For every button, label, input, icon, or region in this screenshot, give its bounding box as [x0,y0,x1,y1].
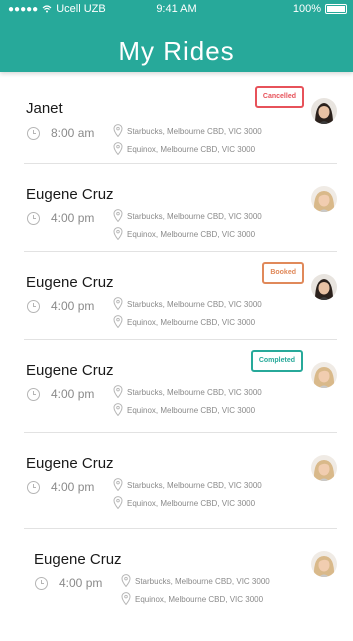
rider-name: Eugene Cruz [26,455,114,472]
rider-name: Eugene Cruz [26,186,114,203]
pickup-pin-icon [113,385,123,399]
rider-name: Janet [26,100,63,117]
ride-card[interactable]: Booked Eugene Cruz 4:00 pm Starbucks, Me… [0,262,353,346]
pickup-pin-icon [113,209,123,223]
ride-time: 8:00 am [51,126,95,140]
dropoff-address: Equinox, Melbourne CBD, VIC 3000 [127,230,256,239]
dropoff-address: Equinox, Melbourne CBD, VIC 3000 [127,499,256,508]
avatar[interactable] [311,274,337,300]
pickup-pin-icon [113,297,123,311]
row-divider [24,432,337,433]
avatar[interactable] [311,186,337,212]
clock-icon [27,388,40,401]
dropoff-pin-icon [113,227,123,241]
page-title: My Rides [118,36,235,66]
pickup-address: Starbucks, Melbourne CBD, VIC 3000 [127,212,262,221]
status-bar: ●●●●● Ucell UZB 9:41 AM 100% [0,0,353,18]
ride-card[interactable]: Eugene Cruz 4:00 pm Starbucks, Melbourne… [0,443,353,527]
rider-name: Eugene Cruz [26,274,114,291]
battery-percent: 100% [292,3,321,15]
pickup-address: Starbucks, Melbourne CBD, VIC 3000 [135,577,270,586]
pickup-pin-icon [113,478,123,492]
row-divider [24,528,337,529]
pickup-pin-icon [113,124,123,138]
dropoff-pin-icon [113,142,123,156]
pickup-address: Starbucks, Melbourne CBD, VIC 3000 [127,481,262,490]
ride-time: 4:00 pm [51,211,95,225]
status-badge: Booked [262,262,304,284]
avatar[interactable] [311,551,337,577]
status-badge: Cancelled [254,86,304,108]
pickup-address: Starbucks, Melbourne CBD, VIC 3000 [127,388,262,397]
row-divider [24,251,337,252]
battery-icon [325,4,347,14]
clock-icon [27,127,40,140]
dropoff-pin-icon [113,403,123,417]
ride-card[interactable]: Eugene Cruz 4:00 pm Starbucks, Melbourne… [0,174,353,258]
pickup-address: Starbucks, Melbourne CBD, VIC 3000 [127,127,262,136]
dropoff-address: Equinox, Melbourne CBD, VIC 3000 [127,145,256,154]
clock-icon [27,481,40,494]
row-divider [24,163,337,164]
clock-icon [27,300,40,313]
dropoff-address: Equinox, Melbourne CBD, VIC 3000 [127,318,256,327]
ride-time: 4:00 pm [51,480,95,494]
avatar[interactable] [311,455,337,481]
ride-time: 4:00 pm [51,387,95,401]
clock-icon [27,212,40,225]
dropoff-pin-icon [121,592,131,606]
status-right: 100% [293,3,347,15]
rider-name: Eugene Cruz [34,551,122,568]
avatar[interactable] [311,98,337,124]
dropoff-address: Equinox, Melbourne CBD, VIC 3000 [127,406,256,415]
pickup-pin-icon [121,574,131,588]
ride-card[interactable]: Cancelled Janet 8:00 am Starbucks, Melbo… [0,86,353,170]
row-divider [24,339,337,340]
ride-time: 4:00 pm [51,299,95,313]
dropoff-address: Equinox, Melbourne CBD, VIC 3000 [135,595,264,604]
rider-name: Eugene Cruz [26,362,114,379]
status-badge: Completed [250,350,303,372]
dropoff-pin-icon [113,496,123,510]
ride-card[interactable]: Eugene Cruz 4:00 pm Starbucks, Melbourne… [0,539,353,623]
clock-icon [35,577,48,590]
ride-card[interactable]: Completed Eugene Cruz 4:00 pm Starbucks,… [0,350,353,434]
pickup-address: Starbucks, Melbourne CBD, VIC 3000 [127,300,262,309]
dropoff-pin-icon [113,315,123,329]
app-header: ●●●●● Ucell UZB 9:41 AM 100% My Rides [0,0,353,72]
ride-time: 4:00 pm [59,576,103,590]
avatar[interactable] [311,362,337,388]
